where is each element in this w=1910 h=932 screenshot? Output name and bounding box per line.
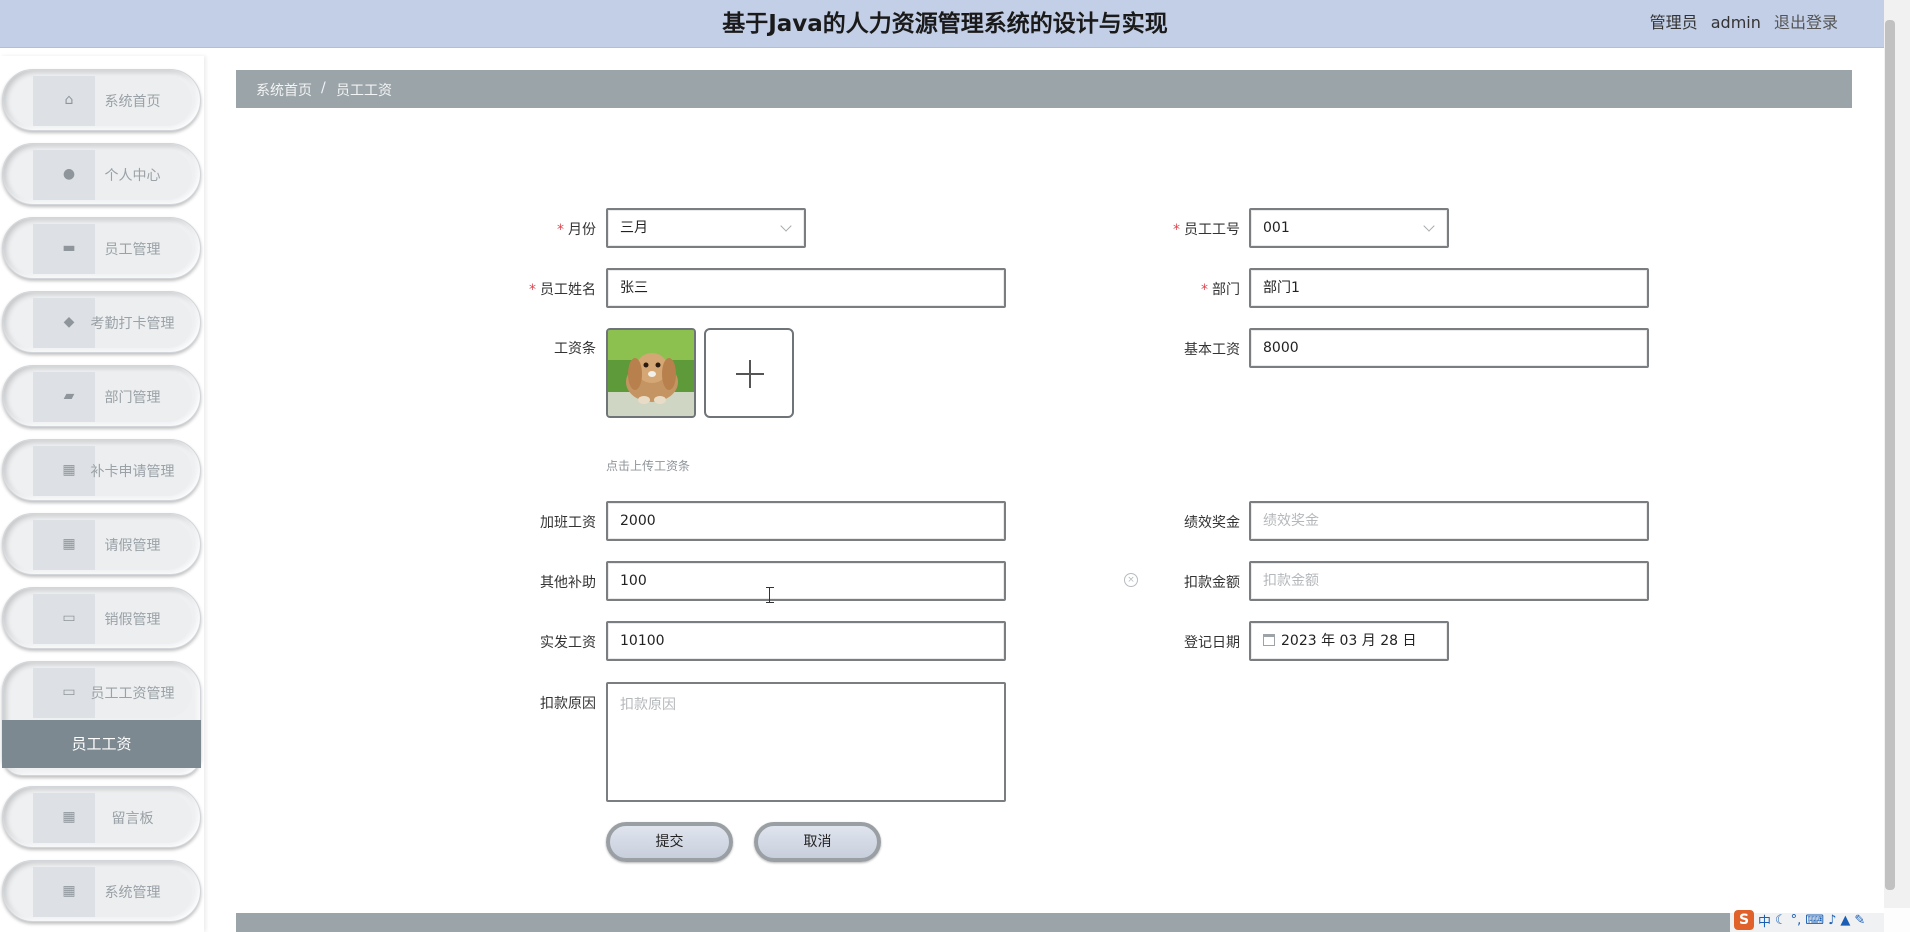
emp-no-select[interactable]: 001 [1249, 208, 1449, 248]
sidebar: ⌂ 系统首页 ● 个人中心 ▬ 员工管理 ◆ 考勤打卡管理 ▰ 部门管理 ▦ 补… [0, 56, 204, 932]
sidebar-item-label: 系统管理 [104, 885, 161, 901]
sidebar-item-label: 请假管理 [104, 538, 161, 554]
skin-icon: ▲ [1840, 912, 1851, 928]
sidebar-item-message-board[interactable]: ▦ 留言板 [2, 786, 201, 848]
sidebar-item-profile[interactable]: ● 个人中心 [2, 143, 201, 205]
allowance-label: 其他补助 [540, 575, 596, 591]
rabbit-photo-icon [608, 330, 694, 416]
sidebar-item-label: 补卡申请管理 [90, 464, 175, 480]
monitor-icon: ▭ [62, 684, 76, 700]
home-icon: ⌂ [64, 92, 74, 108]
mic-icon: ♪ [1828, 912, 1837, 928]
chevron-down-icon [1423, 220, 1435, 232]
reg-date-label: 登记日期 [1184, 635, 1240, 651]
ime-logo-icon: S [1734, 910, 1754, 930]
deduct-reason-label: 扣款原因 [540, 696, 596, 712]
user-info: 管理员 admin 退出登录 [1642, 9, 1838, 33]
sidebar-item-label: 个人中心 [104, 168, 161, 184]
username: admin [1710, 13, 1761, 32]
grid-icon: ▦ [62, 883, 76, 899]
chat-icon: ▬ [62, 240, 76, 256]
emp-name-label: * 员工姓名 [529, 282, 596, 298]
footer-bar [236, 913, 1890, 932]
base-salary-label: 基本工资 [1184, 342, 1240, 358]
sidebar-item-label: 部门管理 [104, 390, 161, 406]
month-select[interactable]: 三月 [606, 208, 806, 248]
ime-lang: 中 [1758, 914, 1772, 930]
sidebar-item-departments[interactable]: ▰ 部门管理 [2, 365, 201, 427]
user-icon: ● [62, 166, 76, 182]
breadcrumb-separator: / [321, 80, 326, 96]
dept-label: * 部门 [1201, 282, 1240, 298]
payslip-upload-hint: 点击上传工资条 [606, 459, 691, 473]
breadcrumb-home[interactable]: 系统首页 [256, 80, 312, 100]
wrench-icon: ✎ [1854, 912, 1866, 928]
month-label: * 月份 [557, 222, 596, 238]
sidebar-item-label: 系统首页 [104, 94, 161, 110]
calendar-icon [1263, 634, 1275, 646]
ticket-icon: ▰ [63, 388, 75, 404]
emp-no-label: * 员工工号 [1173, 222, 1240, 238]
sidebar-item-leave-cancel[interactable]: ▭ 销假管理 [2, 587, 201, 649]
payslip-thumbnail[interactable] [606, 328, 696, 418]
sidebar-item-system[interactable]: ▦ 系统管理 [2, 860, 201, 922]
chevron-down-icon [780, 220, 792, 232]
sidebar-subitem-salary[interactable]: 员工工资 [2, 720, 201, 768]
overtime-input[interactable]: 2000 [606, 501, 1006, 541]
deduction-input[interactable]: 扣款金额 [1249, 561, 1649, 601]
sidebar-item-label: 留言板 [111, 811, 154, 827]
system-title: 基于Java的人力资源管理系统的设计与实现 [722, 11, 1168, 37]
sidebar-item-punch-requests[interactable]: ▦ 补卡申请管理 [2, 439, 201, 501]
grid-icon: ▦ [62, 536, 76, 552]
sidebar-item-label: 销假管理 [104, 612, 161, 628]
keyboard-icon: ⌨ [1805, 912, 1825, 928]
overtime-label: 加班工资 [540, 515, 596, 531]
deduction-label: 扣款金额 [1184, 575, 1240, 591]
sidebar-item-label: 考勤打卡管理 [90, 316, 175, 332]
grid-icon: ▦ [62, 462, 76, 478]
dept-input[interactable]: 部门1 [1249, 268, 1649, 308]
base-salary-input[interactable]: 8000 [1249, 328, 1649, 368]
sidebar-item-attendance[interactable]: ◆ 考勤打卡管理 [2, 291, 201, 353]
logout-link[interactable]: 退出登录 [1774, 13, 1838, 32]
ime-toolbar[interactable]: S 中 ☾ °, ⌨ ♪ ▲ ✎ [1730, 908, 1910, 932]
deduct-reason-textarea[interactable]: 扣款原因 [606, 682, 1006, 802]
payslip-label: 工资条 [554, 341, 596, 357]
net-pay-label: 实发工资 [540, 635, 596, 651]
grid-icon: ▦ [62, 809, 76, 825]
moon-icon: ☾ [1775, 912, 1787, 928]
payslip-upload-button[interactable] [704, 328, 794, 418]
bonus-input[interactable]: 绩效奖金 [1249, 501, 1649, 541]
net-pay-input[interactable]: 10100 [606, 621, 1006, 661]
breadcrumb: 系统首页 / 员工工资 [236, 70, 1852, 108]
breadcrumb-current: 员工工资 [336, 83, 392, 99]
cancel-button[interactable]: 取消 [754, 822, 881, 862]
submit-button[interactable]: 提交 [606, 822, 733, 862]
allowance-input[interactable]: 100 [606, 561, 1006, 601]
sidebar-item-leave[interactable]: ▦ 请假管理 [2, 513, 201, 575]
sidebar-item-label: 员工管理 [104, 242, 161, 258]
monitor-icon: ▭ [62, 610, 76, 626]
user-role: 管理员 [1649, 13, 1698, 32]
top-header: 基于Java的人力资源管理系统的设计与实现 管理员 admin 退出登录 [0, 0, 1890, 48]
sidebar-item-home[interactable]: ⌂ 系统首页 [2, 69, 201, 131]
pin-icon: ◆ [63, 314, 75, 330]
emp-name-input[interactable]: 张三 [606, 268, 1006, 308]
reg-date-picker[interactable]: 2023 年 03 月 28 日 [1249, 621, 1449, 661]
punctuation-icon: °, [1790, 912, 1802, 928]
text-cursor-icon [766, 587, 774, 603]
bonus-label: 绩效奖金 [1184, 515, 1240, 531]
scrollbar-thumb[interactable] [1885, 20, 1895, 890]
sidebar-item-employees[interactable]: ▬ 员工管理 [2, 217, 201, 279]
sidebar-item-label: 员工工资管理 [90, 686, 175, 702]
clear-icon[interactable]: × [1124, 573, 1138, 587]
